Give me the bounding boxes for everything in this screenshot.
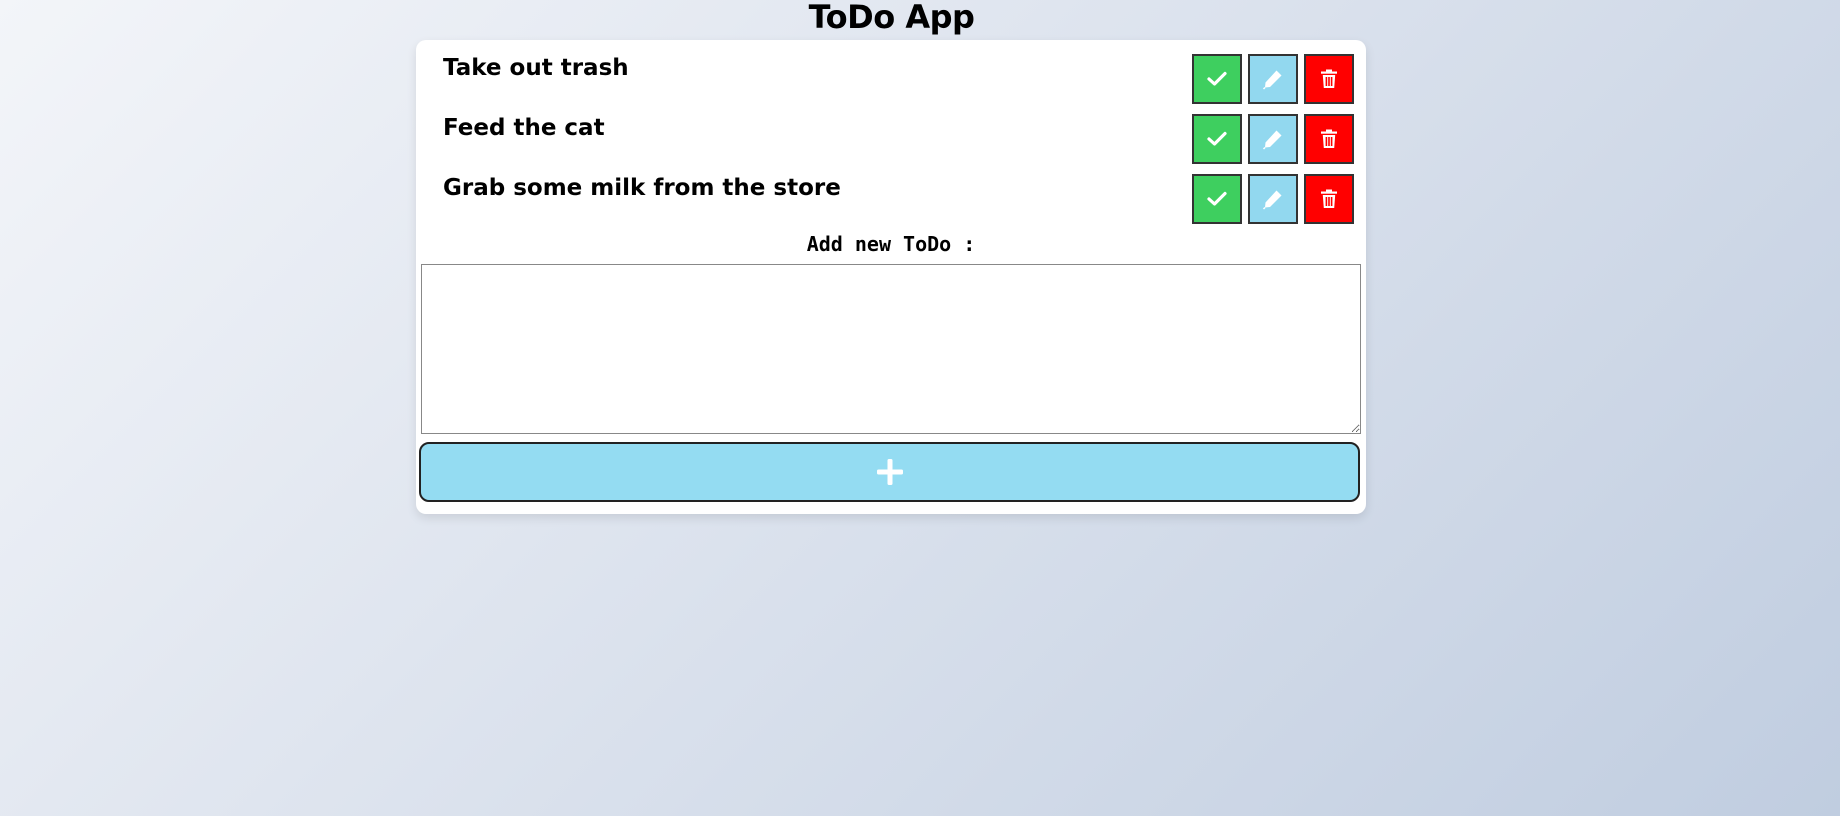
trash-icon bbox=[1321, 189, 1337, 208]
todo-item: Take out trash bbox=[416, 54, 1366, 114]
edit-button[interactable] bbox=[1248, 54, 1298, 104]
todo-actions bbox=[1192, 174, 1354, 224]
add-todo-label: Add new ToDo : bbox=[806, 232, 976, 256]
plus-icon bbox=[876, 459, 903, 485]
complete-button[interactable] bbox=[1192, 114, 1242, 164]
check-icon bbox=[1207, 131, 1227, 146]
todo-item: Feed the cat bbox=[416, 114, 1366, 174]
trash-icon bbox=[1321, 69, 1337, 88]
add-todo-button[interactable] bbox=[419, 442, 1360, 502]
todo-card: Take out trash Feed the cat Grab some mi… bbox=[416, 40, 1366, 514]
trash-icon bbox=[1321, 129, 1337, 148]
check-icon bbox=[1207, 191, 1227, 206]
todo-text: Take out trash bbox=[443, 55, 629, 81]
new-todo-input[interactable] bbox=[421, 264, 1361, 434]
edit-button[interactable] bbox=[1248, 114, 1298, 164]
pencil-icon bbox=[1262, 70, 1282, 90]
todo-list: Take out trash Feed the cat Grab some mi… bbox=[416, 54, 1366, 234]
todo-item: Grab some milk from the store bbox=[416, 174, 1366, 234]
todo-text: Feed the cat bbox=[443, 115, 605, 141]
edit-button[interactable] bbox=[1248, 174, 1298, 224]
complete-button[interactable] bbox=[1192, 54, 1242, 104]
delete-button[interactable] bbox=[1304, 174, 1354, 224]
pencil-icon bbox=[1262, 130, 1282, 150]
delete-button[interactable] bbox=[1304, 114, 1354, 164]
check-icon bbox=[1207, 71, 1227, 86]
todo-actions bbox=[1192, 114, 1354, 164]
complete-button[interactable] bbox=[1192, 174, 1242, 224]
delete-button[interactable] bbox=[1304, 54, 1354, 104]
todo-text: Grab some milk from the store bbox=[443, 175, 841, 201]
todo-actions bbox=[1192, 54, 1354, 104]
pencil-icon bbox=[1262, 190, 1282, 210]
page-title: ToDo App bbox=[808, 0, 975, 36]
